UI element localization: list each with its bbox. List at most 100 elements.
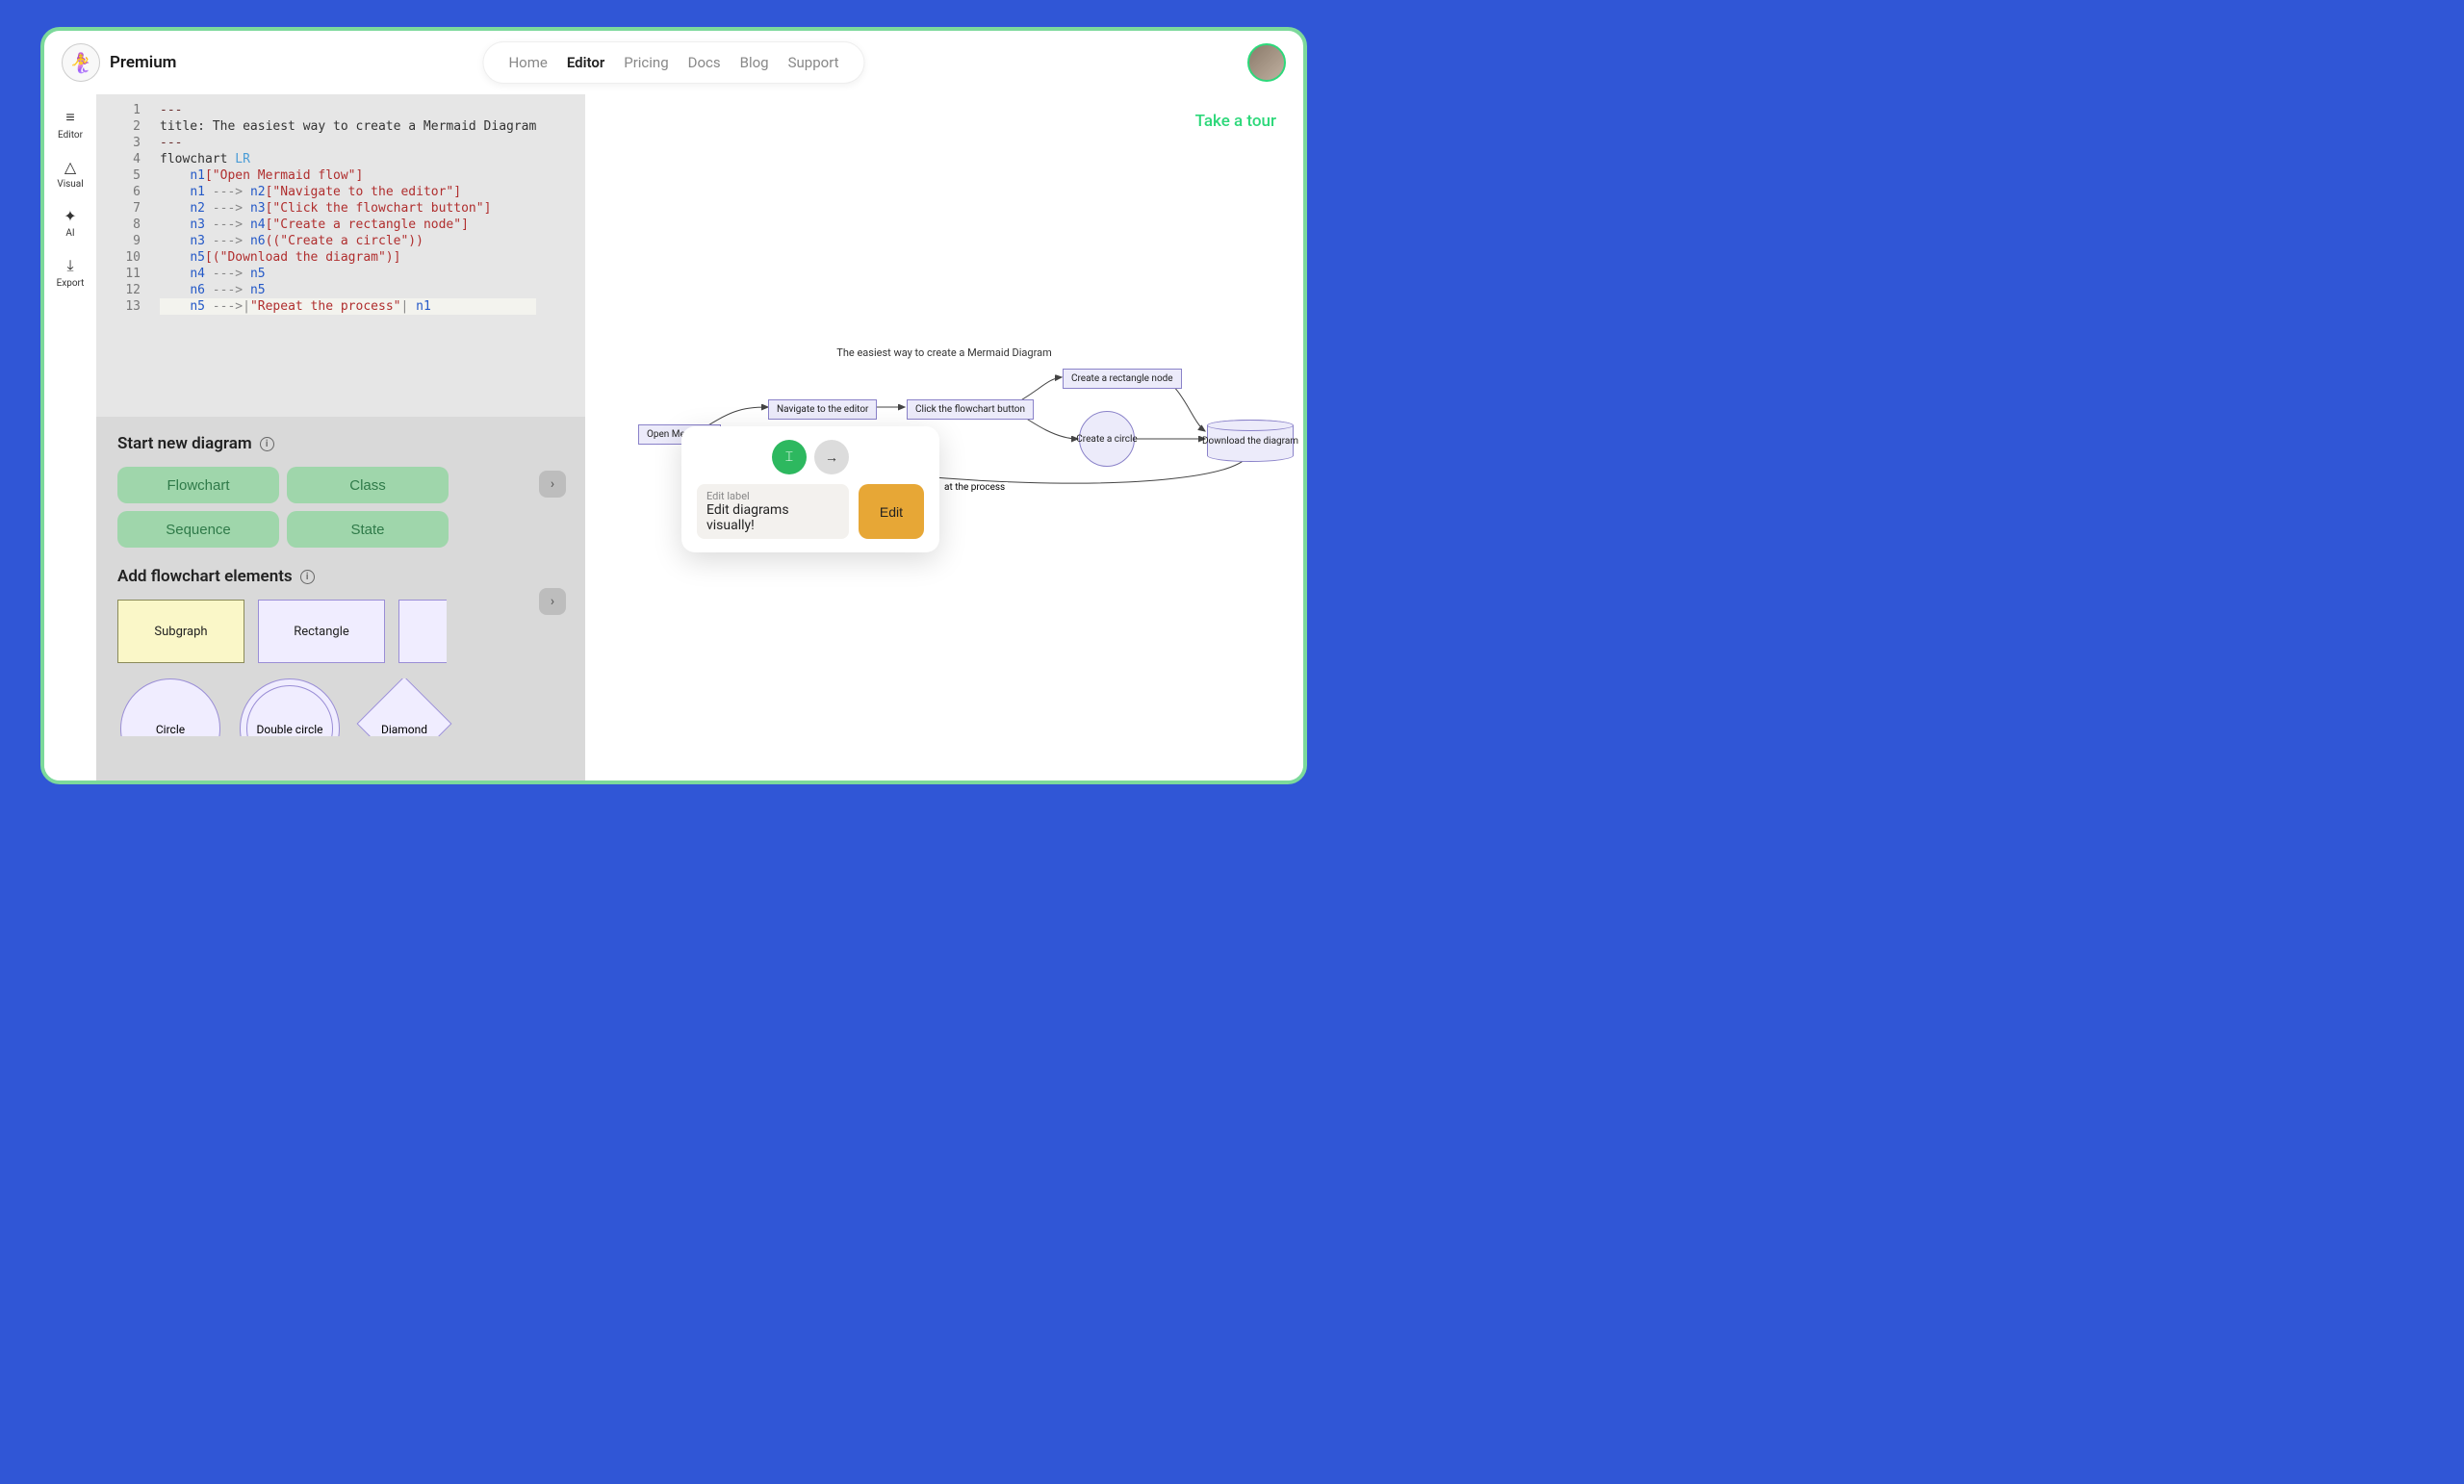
ai-icon: ✦: [64, 207, 76, 225]
sidebar-item-editor[interactable]: ≡ Editor: [58, 108, 83, 141]
sidebar: ≡ Editor △ Visual ✦ AI ⤓ Export: [44, 94, 96, 780]
edit-label-field[interactable]: Edit label Edit diagrams visually!: [697, 484, 849, 539]
user-avatar[interactable]: [1247, 43, 1286, 82]
nav-pill: Home Editor Pricing Docs Blog Support: [482, 41, 864, 84]
logo-wrap: 🧜‍♀️ Premium: [62, 43, 176, 82]
code-line[interactable]: n1["Open Mermaid flow"]: [160, 167, 536, 184]
code-line[interactable]: n5 --->|"Repeat the process"| n1: [160, 298, 536, 315]
info-icon[interactable]: i: [300, 570, 315, 584]
elements-title: Add flowchart elements i: [117, 567, 564, 586]
line-number: 8: [96, 217, 141, 233]
shape-rectangle[interactable]: Rectangle: [258, 600, 385, 663]
line-number: 10: [96, 249, 141, 266]
scroll-right-icon[interactable]: ›: [539, 588, 566, 615]
node-n6[interactable]: Create a circle: [1079, 411, 1135, 467]
sidebar-item-ai[interactable]: ✦ AI: [64, 207, 76, 239]
line-number: 9: [96, 233, 141, 249]
line-number: 3: [96, 135, 141, 151]
header: 🧜‍♀️ Premium Home Editor Pricing Docs Blog Su…: [44, 31, 1303, 94]
diagram-btn-flowchart[interactable]: Flowchart: [117, 467, 279, 503]
brand-label: Premium: [110, 53, 176, 72]
info-icon[interactable]: i: [260, 437, 274, 451]
sidebar-label: Visual: [57, 179, 83, 190]
edit-button[interactable]: Edit: [859, 484, 924, 539]
code-line[interactable]: n6 ---> n5: [160, 282, 536, 298]
popup-icons: ⌶ →: [697, 440, 924, 474]
sidebar-label: AI: [65, 228, 74, 239]
line-number: 5: [96, 167, 141, 184]
edge-label: at the process: [941, 482, 1008, 493]
code-line[interactable]: title: The easiest way to create a Merma…: [160, 118, 536, 135]
shape-label: Circle: [156, 723, 185, 736]
sidebar-item-visual[interactable]: △ Visual: [57, 158, 83, 190]
shape-subgraph[interactable]: Subgraph: [117, 600, 244, 663]
diagram-canvas[interactable]: Take a tour The easiest way to create a …: [585, 94, 1303, 780]
shape-circle[interactable]: Circle: [117, 678, 223, 736]
tools-panel: Start new diagram i FlowchartClassSequen…: [96, 417, 585, 780]
shapes-row: Subgraph Rectangle: [117, 600, 564, 663]
code-line[interactable]: n4 ---> n5: [160, 266, 536, 282]
shapes-row-2: Circle Double circle Diamond: [117, 678, 564, 736]
popup-body: Edit label Edit diagrams visually! Edit: [697, 484, 924, 539]
diagram-title: The easiest way to create a Mermaid Diag…: [836, 346, 1051, 359]
start-title: Start new diagram i: [117, 434, 564, 453]
code-line[interactable]: n5[("Download the diagram")]: [160, 249, 536, 266]
line-number: 11: [96, 266, 141, 282]
sidebar-label: Editor: [58, 130, 83, 141]
code-line[interactable]: ---: [160, 135, 536, 151]
field-value: Edit diagrams visually!: [706, 502, 839, 533]
elements-title-text: Add flowchart elements: [117, 567, 293, 586]
field-label: Edit label: [706, 490, 839, 502]
shape-double-circle[interactable]: Double circle: [237, 678, 343, 736]
arrow-right-icon[interactable]: →: [814, 440, 849, 474]
line-number: 6: [96, 184, 141, 200]
line-number: 13: [96, 298, 141, 315]
code-line[interactable]: n2 ---> n3["Click the flowchart button"]: [160, 200, 536, 217]
shape-diamond[interactable]: Diamond: [356, 678, 452, 736]
nav-item-docs[interactable]: Docs: [688, 54, 721, 71]
text-cursor-icon[interactable]: ⌶: [772, 440, 807, 474]
code-lines[interactable]: ---title: The easiest way to create a Me…: [150, 94, 536, 417]
take-tour-link[interactable]: Take a tour: [1195, 112, 1276, 131]
scroll-right-icon[interactable]: ›: [539, 471, 566, 498]
code-line[interactable]: n3 ---> n4["Create a rectangle node"]: [160, 217, 536, 233]
diagram-btn-class[interactable]: Class: [287, 467, 449, 503]
shape-label: Rectangle: [294, 625, 349, 639]
nav-item-pricing[interactable]: Pricing: [624, 54, 668, 71]
nav-item-editor[interactable]: Editor: [567, 54, 604, 71]
editor-icon: ≡: [65, 108, 74, 127]
shape-label: Double circle: [256, 723, 322, 736]
diagram-button-grid: FlowchartClassSequenceState: [117, 467, 564, 548]
edit-popup: ⌶ → Edit label Edit diagrams visually! E…: [681, 426, 939, 552]
visual-icon: △: [64, 158, 76, 176]
shape-partial[interactable]: [398, 600, 447, 663]
line-number: 2: [96, 118, 141, 135]
diagram-btn-state[interactable]: State: [287, 511, 449, 548]
line-number: 1: [96, 102, 141, 118]
line-gutter: 12345678910111213: [96, 94, 150, 417]
nav-item-home[interactable]: Home: [508, 54, 547, 71]
code-line[interactable]: n1 ---> n2["Navigate to the editor"]: [160, 184, 536, 200]
node-n3[interactable]: Click the flowchart button: [907, 399, 1034, 420]
sidebar-item-export[interactable]: ⤓ Export: [57, 256, 85, 289]
node-n5[interactable]: Download the diagram: [1207, 420, 1294, 462]
code-line[interactable]: ---: [160, 102, 536, 118]
node-n2[interactable]: Navigate to the editor: [768, 399, 877, 420]
start-title-text: Start new diagram: [117, 434, 252, 453]
nav-item-blog[interactable]: Blog: [740, 54, 769, 71]
code-line[interactable]: n3 ---> n6(("Create a circle")): [160, 233, 536, 249]
line-number: 4: [96, 151, 141, 167]
diagram-btn-sequence[interactable]: Sequence: [117, 511, 279, 548]
shape-label: Diamond: [381, 723, 427, 736]
code-editor[interactable]: 12345678910111213 ---title: The easiest …: [96, 94, 585, 417]
line-number: 7: [96, 200, 141, 217]
sidebar-label: Export: [57, 278, 85, 289]
export-icon: ⤓: [66, 256, 73, 275]
app-frame: 🧜‍♀️ Premium Home Editor Pricing Docs Blog Su…: [40, 27, 1307, 784]
content: ≡Editor△Visual✦AI⤓Export 123456789101112…: [44, 94, 1303, 780]
nav-item-support[interactable]: Support: [788, 54, 839, 71]
line-number: 12: [96, 282, 141, 298]
node-n4[interactable]: Create a rectangle node: [1063, 369, 1182, 389]
code-line[interactable]: flowchart LR: [160, 151, 536, 167]
left-panel: 12345678910111213 ---title: The easiest …: [96, 94, 585, 780]
